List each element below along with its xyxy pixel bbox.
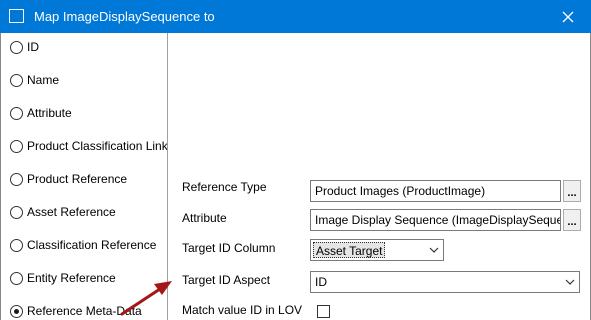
window-title: Map ImageDisplaySequence to: [34, 9, 215, 24]
radio-attribute[interactable]: Attribute: [10, 104, 72, 122]
window-icon: [9, 9, 24, 23]
radio-label: Product Reference: [27, 172, 128, 186]
radio-product-classification-link[interactable]: Product Classification Link: [10, 137, 168, 155]
dialog-body: ID Name Attribute Product Classification…: [0, 33, 591, 320]
radio-label: Product Classification Link: [27, 139, 168, 153]
radio-classification-reference[interactable]: Classification Reference: [10, 236, 156, 254]
radio-asset-reference[interactable]: Asset Reference: [10, 203, 116, 221]
radio-label: Entity Reference: [27, 271, 116, 285]
radio-reference-meta-data[interactable]: Reference Meta-Data: [10, 302, 142, 320]
radio-button[interactable]: [10, 172, 23, 186]
attribute-label: Attribute: [182, 211, 227, 225]
target-id-column-value: Asset Target: [313, 242, 386, 258]
target-id-column-label: Target ID Column: [182, 241, 276, 255]
radio-label: Name: [27, 73, 60, 87]
target-id-aspect-label: Target ID Aspect: [182, 273, 271, 287]
radio-label: Classification Reference: [27, 238, 157, 252]
radio-name[interactable]: Name: [10, 71, 59, 89]
target-id-aspect-select[interactable]: ID: [310, 271, 580, 293]
map-type-panel: ID Name Attribute Product Classification…: [1, 33, 168, 320]
match-value-id-checkbox[interactable]: [317, 305, 330, 318]
attribute-field[interactable]: Image Display Sequence (ImageDisplaySequ…: [310, 209, 561, 231]
radio-button[interactable]: [10, 139, 23, 153]
radio-label: ID: [27, 40, 39, 54]
radio-id[interactable]: ID: [10, 38, 39, 56]
radio-button-selected[interactable]: [10, 304, 23, 318]
radio-entity-reference[interactable]: Entity Reference: [10, 269, 116, 287]
panel-divider: [167, 33, 168, 320]
target-id-aspect-value: ID: [315, 275, 327, 289]
reference-type-label: Reference Type: [182, 180, 267, 194]
reference-type-field[interactable]: Product Images (ProductImage): [310, 180, 561, 202]
target-id-column-select[interactable]: Asset Target: [310, 239, 444, 261]
reference-type-browse-button[interactable]: ...: [563, 180, 581, 202]
radio-button[interactable]: [10, 205, 23, 219]
close-icon: [562, 11, 574, 22]
radio-label: Attribute: [27, 106, 72, 120]
radio-button[interactable]: [10, 238, 23, 252]
radio-button[interactable]: [10, 73, 23, 87]
match-value-id-label: Match value ID in LOV: [182, 303, 303, 317]
close-button[interactable]: [545, 0, 591, 33]
radio-product-reference[interactable]: Product Reference: [10, 170, 127, 188]
title-bar: Map ImageDisplaySequence to: [0, 0, 591, 33]
chevron-down-icon: [565, 279, 575, 285]
radio-button[interactable]: [10, 106, 23, 120]
radio-label: Reference Meta-Data: [27, 304, 142, 318]
radio-button[interactable]: [10, 271, 23, 285]
chevron-down-icon: [429, 247, 439, 253]
radio-button[interactable]: [10, 40, 23, 54]
attribute-browse-button[interactable]: ...: [563, 209, 581, 231]
radio-label: Asset Reference: [27, 205, 116, 219]
